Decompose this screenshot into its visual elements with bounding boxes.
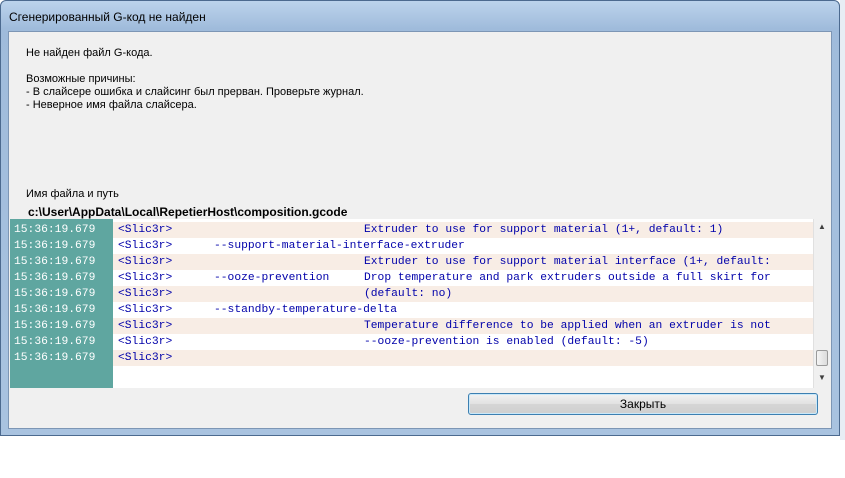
log-option: --support-material-interface-extruder bbox=[214, 240, 465, 252]
log-row: 15:36:19.679 <Slic3r> bbox=[10, 350, 813, 366]
log-timestamp: 15:36:19.679 bbox=[10, 270, 113, 286]
log-panel[interactable]: 15:36:19.679 <Slic3r> Extruder to use for … bbox=[10, 219, 830, 388]
log-row: 15:36:19.679 <Slic3r> Temperature differen… bbox=[10, 318, 813, 334]
log-description: Extruder to use for support material (1+… bbox=[364, 224, 724, 236]
log-timestamp: 15:36:19.679 bbox=[10, 302, 113, 318]
log-option: --standby-temperature-delta bbox=[214, 304, 398, 316]
log-timestamp: 15:36:19.679 bbox=[10, 254, 113, 270]
title-bar[interactable]: Сгенерированный G-код не найден bbox=[1, 1, 839, 33]
log-source-tag: <Slic3r> bbox=[118, 320, 173, 332]
scroll-down-icon[interactable]: ▼ bbox=[814, 370, 830, 386]
log-row: 15:36:19.679 <Slic3r> Extruder to use for … bbox=[10, 222, 813, 238]
log-description: Temperature difference to be applied whe… bbox=[364, 320, 771, 332]
log-row: 15:36:19.679 <Slic3r> (default: no) bbox=[10, 286, 813, 302]
log-scrollbar[interactable]: ▲ ▼ bbox=[813, 219, 830, 388]
log-row: 15:36:19.679 <Slic3r> --support-material-i… bbox=[10, 238, 813, 254]
log-timestamp: 15:36:19.679 bbox=[10, 334, 113, 350]
log-timestamp: 15:36:19.679 bbox=[10, 350, 113, 366]
window-title: Сгенерированный G-код не найден bbox=[9, 10, 206, 24]
log-row: 15:36:19.679 <Slic3r> --standby-temperatur… bbox=[10, 302, 813, 318]
log-source-tag: <Slic3r> bbox=[118, 304, 173, 316]
reason-item-wrong-filename: - Неверное имя файла слайсера. bbox=[26, 99, 197, 111]
path-value: c:\User\AppData\Local\RepetierHost\compo… bbox=[28, 205, 348, 219]
dialog-window: Сгенерированный G-код не найден Не найде… bbox=[0, 0, 840, 436]
error-message: Не найден файл G-кода. bbox=[26, 47, 153, 59]
log-row: 15:36:19.679 <Slic3r> Extruder to use for … bbox=[10, 254, 813, 270]
log-timestamp: 15:36:19.679 bbox=[10, 318, 113, 334]
close-button[interactable]: Закрыть bbox=[468, 393, 818, 415]
scroll-up-icon[interactable]: ▲ bbox=[814, 219, 830, 235]
log-timestamp: 15:36:19.679 bbox=[10, 222, 113, 238]
background-app bbox=[840, 0, 845, 440]
log-option: --ooze-prevention bbox=[214, 272, 330, 284]
path-label: Имя файла и путь bbox=[26, 188, 119, 200]
log-source-tag: <Slic3r> bbox=[118, 352, 173, 364]
reasons-heading: Возможные причины: bbox=[26, 73, 136, 85]
log-description: (default: no) bbox=[364, 288, 453, 300]
log-rows: 15:36:19.679 <Slic3r> Extruder to use for … bbox=[10, 222, 813, 366]
dialog-client-area: Не найден файл G-кода. Возможные причины… bbox=[8, 31, 832, 429]
log-description: --ooze-prevention is enabled (default: -… bbox=[364, 336, 649, 348]
log-row: 15:36:19.679 <Slic3r> --ooze-prevention Dro… bbox=[10, 270, 813, 286]
scroll-thumb[interactable] bbox=[816, 350, 828, 366]
log-timestamp: 15:36:19.679 bbox=[10, 238, 113, 254]
reason-item-slicer-error: - В слайсере ошибка и слайсинг был прерв… bbox=[26, 86, 364, 98]
log-description: Drop temperature and park extruders outs… bbox=[364, 272, 771, 284]
log-row: 15:36:19.679 <Slic3r> --ooze-prevention is… bbox=[10, 334, 813, 350]
log-source-tag: <Slic3r> bbox=[118, 272, 173, 284]
log-description: Extruder to use for support material int… bbox=[364, 256, 771, 268]
log-source-tag: <Slic3r> bbox=[118, 336, 173, 348]
log-timestamp: 15:36:19.679 bbox=[10, 286, 113, 302]
log-source-tag: <Slic3r> bbox=[118, 224, 173, 236]
log-source-tag: <Slic3r> bbox=[118, 288, 173, 300]
log-source-tag: <Slic3r> bbox=[118, 256, 173, 268]
log-source-tag: <Slic3r> bbox=[118, 240, 173, 252]
